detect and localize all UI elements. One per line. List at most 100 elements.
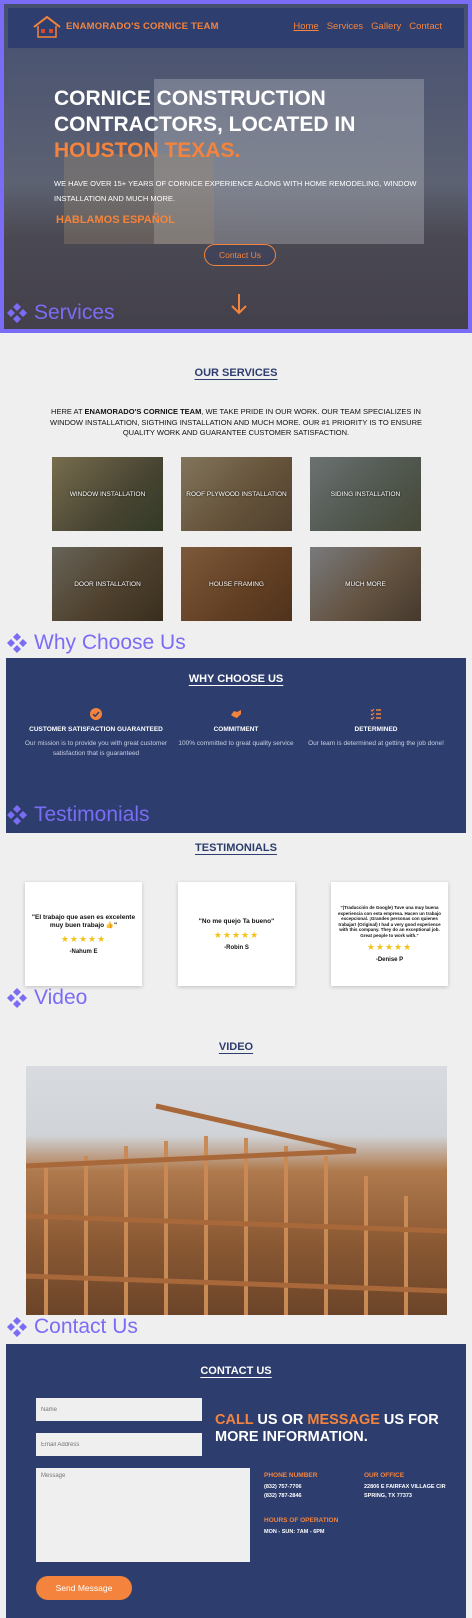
contact-section: CONTACT US Send Message CALL US OR MESSA… xyxy=(6,1344,466,1618)
feature-title: COMMITMENT xyxy=(213,726,259,733)
section-label-contact: Contact Us xyxy=(6,1315,138,1339)
office-address-1: 22806 E FAIRFAX VILLAGE CIR xyxy=(364,1484,446,1490)
feature-desc: 100% committed to great quality service xyxy=(178,740,294,747)
house-logo-icon[interactable] xyxy=(32,15,62,39)
feature-title: DETERMINED xyxy=(354,726,398,733)
feature-desc: Our team is determined at getting the jo… xyxy=(308,740,444,747)
section-label-text: Video xyxy=(34,986,88,1009)
hero-title-line1: CORNICE CONSTRUCTION xyxy=(54,87,326,110)
why-heading: WHY CHOOSE US xyxy=(6,673,466,685)
diamond-cluster-icon xyxy=(7,988,27,1008)
testimonial-quote: "No me quejo Ta bueno" xyxy=(198,917,275,925)
handshake-icon xyxy=(231,710,241,718)
feature-satisfaction: CUSTOMER SATISFACTION GUARANTEED Our mis… xyxy=(21,708,171,759)
services-heading-text: OUR SERVICES xyxy=(194,367,278,379)
section-label-why: Why Choose Us xyxy=(6,631,186,655)
contact-us-button[interactable]: Contact Us xyxy=(204,244,276,266)
testimonial-quote: "(Traducción de Google) Tuve una muy bue… xyxy=(337,905,442,938)
testimonials-heading: TESTIMONIALS xyxy=(0,842,472,854)
service-tile-door[interactable]: DOOR INSTALLATION xyxy=(52,547,163,621)
service-tile-roof[interactable]: ROOF PLYWOOD INSTALLATION xyxy=(181,457,292,531)
star-rating: ★★★★★ xyxy=(213,929,260,940)
diamond-cluster-icon xyxy=(7,1317,27,1337)
service-tile-caption: HOUSE FRAMING xyxy=(209,580,264,588)
video-heading-text: VIDEO xyxy=(218,1041,254,1053)
list-check-icon xyxy=(370,708,381,720)
hero-title: CORNICE CONSTRUCTION CONTRACTORS, LOCATE… xyxy=(54,86,424,164)
intro-pre: HERE AT xyxy=(51,407,85,416)
testimonial-author: -Denise P xyxy=(375,957,404,963)
hero-subtitle: WE HAVE OVER 15+ YEARS OF CORNICE EXPERI… xyxy=(54,179,417,203)
service-tile-caption: SIDING INSTALLATION xyxy=(330,490,401,498)
send-message-button[interactable]: Send Message xyxy=(36,1576,132,1600)
section-label-services: Services xyxy=(6,301,115,325)
nav-services[interactable]: Services xyxy=(327,21,363,32)
star-rating: ★★★★★ xyxy=(60,933,107,944)
services-intro: HERE AT ENAMORADO'S CORNICE TEAM, WE TAK… xyxy=(50,407,422,439)
testimonial-author: -Nahum E xyxy=(69,948,98,955)
hours-heading: HOURS OF OPERATION xyxy=(264,1517,339,1524)
testimonial-card: "El trabajo que asen es excelente muy bu… xyxy=(25,882,142,986)
why-heading-text: WHY CHOOSE US xyxy=(188,673,284,685)
service-tile-framing[interactable]: HOUSE FRAMING xyxy=(181,547,292,621)
title-us-or: US OR xyxy=(253,1412,308,1428)
arrow-down-icon[interactable] xyxy=(230,293,248,315)
nav-home[interactable]: Home xyxy=(293,21,318,32)
section-label-text: Services xyxy=(34,301,115,324)
contact-heading-text: CONTACT US xyxy=(200,1365,272,1377)
main-nav: Home Services Gallery Contact xyxy=(293,21,442,32)
intro-brand: ENAMORADO'S CORNICE TEAM xyxy=(84,407,202,416)
section-label-video: Video xyxy=(6,986,87,1010)
feature-commitment: COMMITMENT 100% committed to great quali… xyxy=(161,708,311,749)
diamond-cluster-icon xyxy=(7,633,27,653)
testimonial-author: -Robin S xyxy=(224,944,249,951)
service-tile-more[interactable]: MUCH MORE xyxy=(310,547,421,621)
testimonial-card: "No me quejo Ta bueno" ★★★★★ -Robin S xyxy=(178,882,295,986)
star-rating: ★★★★★ xyxy=(366,942,413,952)
testimonial-quote: "El trabajo que asen es excelente muy bu… xyxy=(31,913,136,929)
house-framing-image xyxy=(26,1103,447,1315)
check-circle-icon xyxy=(90,708,102,720)
section-label-testimonials: Testimonials xyxy=(6,803,150,827)
section-label-text: Testimonials xyxy=(34,803,150,826)
contact-heading: CONTACT US xyxy=(6,1365,466,1377)
title-call: CALL xyxy=(215,1412,254,1428)
diamond-cluster-icon xyxy=(7,805,27,825)
email-field[interactable] xyxy=(36,1433,202,1456)
services-heading: OUR SERVICES xyxy=(0,367,472,379)
phone-number-2[interactable]: (832) 787-2846 xyxy=(264,1492,302,1501)
title-message: MESSAGE xyxy=(307,1412,380,1428)
section-label-text: Why Choose Us xyxy=(34,631,186,654)
name-field[interactable] xyxy=(36,1398,202,1421)
hero-section: ENAMORADO'S CORNICE TEAM Home Services G… xyxy=(0,0,472,333)
top-navbar: ENAMORADO'S CORNICE TEAM Home Services G… xyxy=(8,8,464,48)
hours-value: MON - SUN: 7AM - 6PM xyxy=(264,1529,325,1535)
service-tile-siding[interactable]: SIDING INSTALLATION xyxy=(310,457,421,531)
feature-desc: Our mission is to provide you with great… xyxy=(24,740,168,757)
testimonials-heading-text: TESTIMONIALS xyxy=(195,842,277,854)
hero-title-line2: CONTRACTORS, LOCATED IN xyxy=(54,113,356,136)
brand-name[interactable]: ENAMORADO'S CORNICE TEAM xyxy=(66,21,219,32)
feature-determined: DETERMINED Our team is determined at get… xyxy=(301,708,451,749)
video-heading: VIDEO xyxy=(0,1041,472,1053)
diamond-cluster-icon xyxy=(7,303,27,323)
nav-gallery[interactable]: Gallery xyxy=(371,21,401,32)
feature-title: CUSTOMER SATISFACTION GUARANTEED xyxy=(29,726,163,733)
service-tile-caption: MUCH MORE xyxy=(345,580,386,588)
service-tile-caption: WINDOW INSTALLATION xyxy=(69,490,146,498)
hablamos-espanol: HABLAMOS ESPAÑOL xyxy=(56,214,175,226)
phone-heading: PHONE NUMBER xyxy=(264,1472,318,1479)
testimonial-card: "(Traducción de Google) Tuve una muy bue… xyxy=(331,882,448,986)
message-field[interactable] xyxy=(36,1468,250,1562)
service-tile-caption: DOOR INSTALLATION xyxy=(74,580,141,588)
contact-title: CALL US OR MESSAGE US FOR MORE INFORMATI… xyxy=(215,1412,455,1446)
section-label-text: Contact Us xyxy=(34,1315,138,1338)
service-tile-window[interactable]: WINDOW INSTALLATION xyxy=(52,457,163,531)
service-tile-caption: ROOF PLYWOOD INSTALLATION xyxy=(186,490,287,498)
video-player[interactable] xyxy=(26,1066,447,1315)
hero-title-highlight: HOUSTON TEXAS. xyxy=(54,139,241,162)
office-address-2: SPRING, TX 77373 xyxy=(364,1493,412,1499)
nav-contact[interactable]: Contact xyxy=(409,21,442,32)
office-heading: OUR OFFICE xyxy=(364,1472,405,1479)
phone-number-1[interactable]: (832) 757-7706 xyxy=(264,1483,302,1492)
